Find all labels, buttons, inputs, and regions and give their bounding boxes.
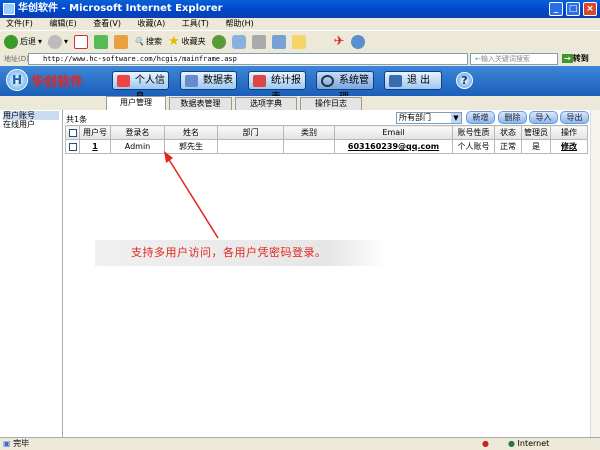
annotation-arrow bbox=[164, 151, 219, 239]
globe-icon: ● bbox=[508, 439, 515, 448]
status-bar: ▣ 完毕 ● ● Internet bbox=[0, 437, 600, 450]
privacy-icon[interactable]: ● bbox=[482, 438, 489, 450]
annotation-callout: 支持多用户访问，各用户凭密码登录。 bbox=[95, 240, 387, 266]
page-icon: ▣ bbox=[3, 439, 11, 448]
zone-label: Internet bbox=[517, 439, 550, 448]
status-text: 完毕 bbox=[13, 439, 30, 448]
zone-indicator: ● Internet bbox=[508, 438, 549, 450]
